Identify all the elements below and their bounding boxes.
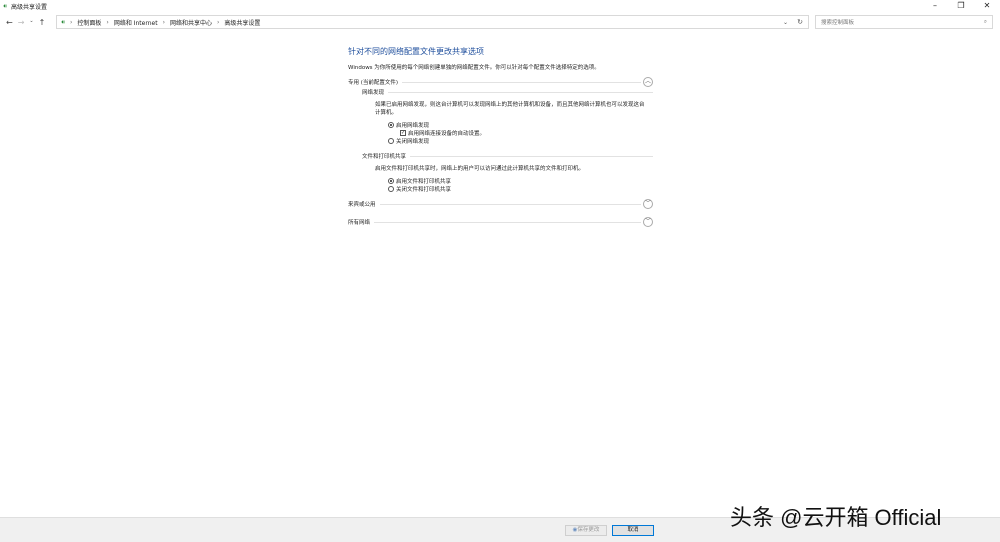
discovery-header: 网络发现: [362, 87, 653, 97]
breadcrumb[interactable]: ⁌ › 控制面板 › 网络和 Internet › 网络和共享中心 › 高级共享设置 ⌄: [56, 15, 809, 29]
chevron-up-icon[interactable]: ︿: [643, 77, 653, 87]
profile-private-header[interactable]: 专用 (当前配置文件) ︿: [348, 77, 653, 87]
page-description: Windows 为你所使用的每个网络创建单独的网络配置文件。你可以针对每个配置文…: [348, 65, 600, 71]
chevron-down-icon[interactable]: ﹀: [643, 199, 653, 209]
sharing-on-radio[interactable]: 启用文件和打印机共享: [388, 177, 653, 185]
search-placeholder: 搜索控制面板: [821, 20, 855, 26]
chevron-down-icon[interactable]: ﹀: [643, 217, 653, 227]
network-icon: ⁌: [3, 1, 7, 11]
discovery-on-radio[interactable]: 启用网络发现: [388, 121, 653, 129]
window-title: 高级共享设置: [11, 3, 48, 11]
sharing-options: 针对不同的网络配置文件更改共享选项 Windows 为你所使用的每个网络创建单独…: [348, 46, 653, 227]
recent-chevron-icon[interactable]: ⌄: [29, 18, 33, 27]
save-button[interactable]: ◉保存更改: [565, 525, 607, 536]
search-icon[interactable]: ⌕: [984, 19, 987, 26]
search-input[interactable]: 搜索控制面板 ⌕: [815, 15, 993, 29]
section-heading: 网络发现: [362, 90, 385, 96]
up-icon[interactable]: ↑: [39, 18, 46, 27]
breadcrumb-item[interactable]: 高级共享设置: [224, 18, 260, 27]
page-title: 针对不同的网络配置文件更改共享选项: [348, 47, 484, 56]
auto-setup-checkbox[interactable]: ✓ 启用网络连接设备的自动设置。: [400, 129, 653, 137]
breadcrumb-item[interactable]: 控制面板: [77, 18, 101, 27]
discovery-text: 如果已启用网络发现，则这台计算机可以发现网络上的其他计算机和设备，而且其他网络计…: [375, 102, 645, 116]
watermark: 头条 @云开箱 Official: [730, 505, 942, 530]
refresh-icon[interactable]: ↻: [792, 18, 808, 26]
restore-button[interactable]: ❐: [948, 0, 974, 12]
profile-all-header[interactable]: 所有网络 ﹀: [348, 217, 653, 227]
minimize-button[interactable]: –: [922, 0, 948, 12]
close-button[interactable]: ✕: [974, 0, 1000, 12]
back-icon[interactable]: ←: [6, 18, 13, 27]
sharing-text: 启用文件和打印机共享时，网络上的用户可以访问通过此计算机共享的文件和打印机。: [375, 166, 585, 172]
profile-label: 专用 (当前配置文件): [348, 80, 399, 86]
address-bar-row: ← → ⌄ ↑ ⁌ › 控制面板 › 网络和 Internet › 网络和共享中心 › …: [0, 15, 1000, 29]
sharing-off-radio[interactable]: 关闭文件和打印机共享: [388, 185, 653, 193]
profile-label: 所有网络: [348, 220, 371, 226]
breadcrumb-item[interactable]: 网络和 Internet: [114, 18, 158, 27]
section-heading: 文件和打印机共享: [362, 154, 407, 160]
chevron-down-icon[interactable]: ⌄: [783, 19, 788, 26]
title-bar: ⁌ 高级共享设置: [0, 0, 1000, 12]
cancel-button[interactable]: 取消: [612, 525, 654, 536]
profile-label: 来宾或公用: [348, 202, 376, 208]
breadcrumb-item[interactable]: 网络和共享中心: [170, 18, 212, 27]
forward-icon[interactable]: →: [18, 18, 25, 27]
sharing-header: 文件和打印机共享: [362, 151, 653, 161]
discovery-off-radio[interactable]: 关闭网络发现: [388, 137, 653, 145]
control-panel-icon: ⁌: [61, 17, 65, 27]
profile-guest-header[interactable]: 来宾或公用 ﹀: [348, 199, 653, 209]
